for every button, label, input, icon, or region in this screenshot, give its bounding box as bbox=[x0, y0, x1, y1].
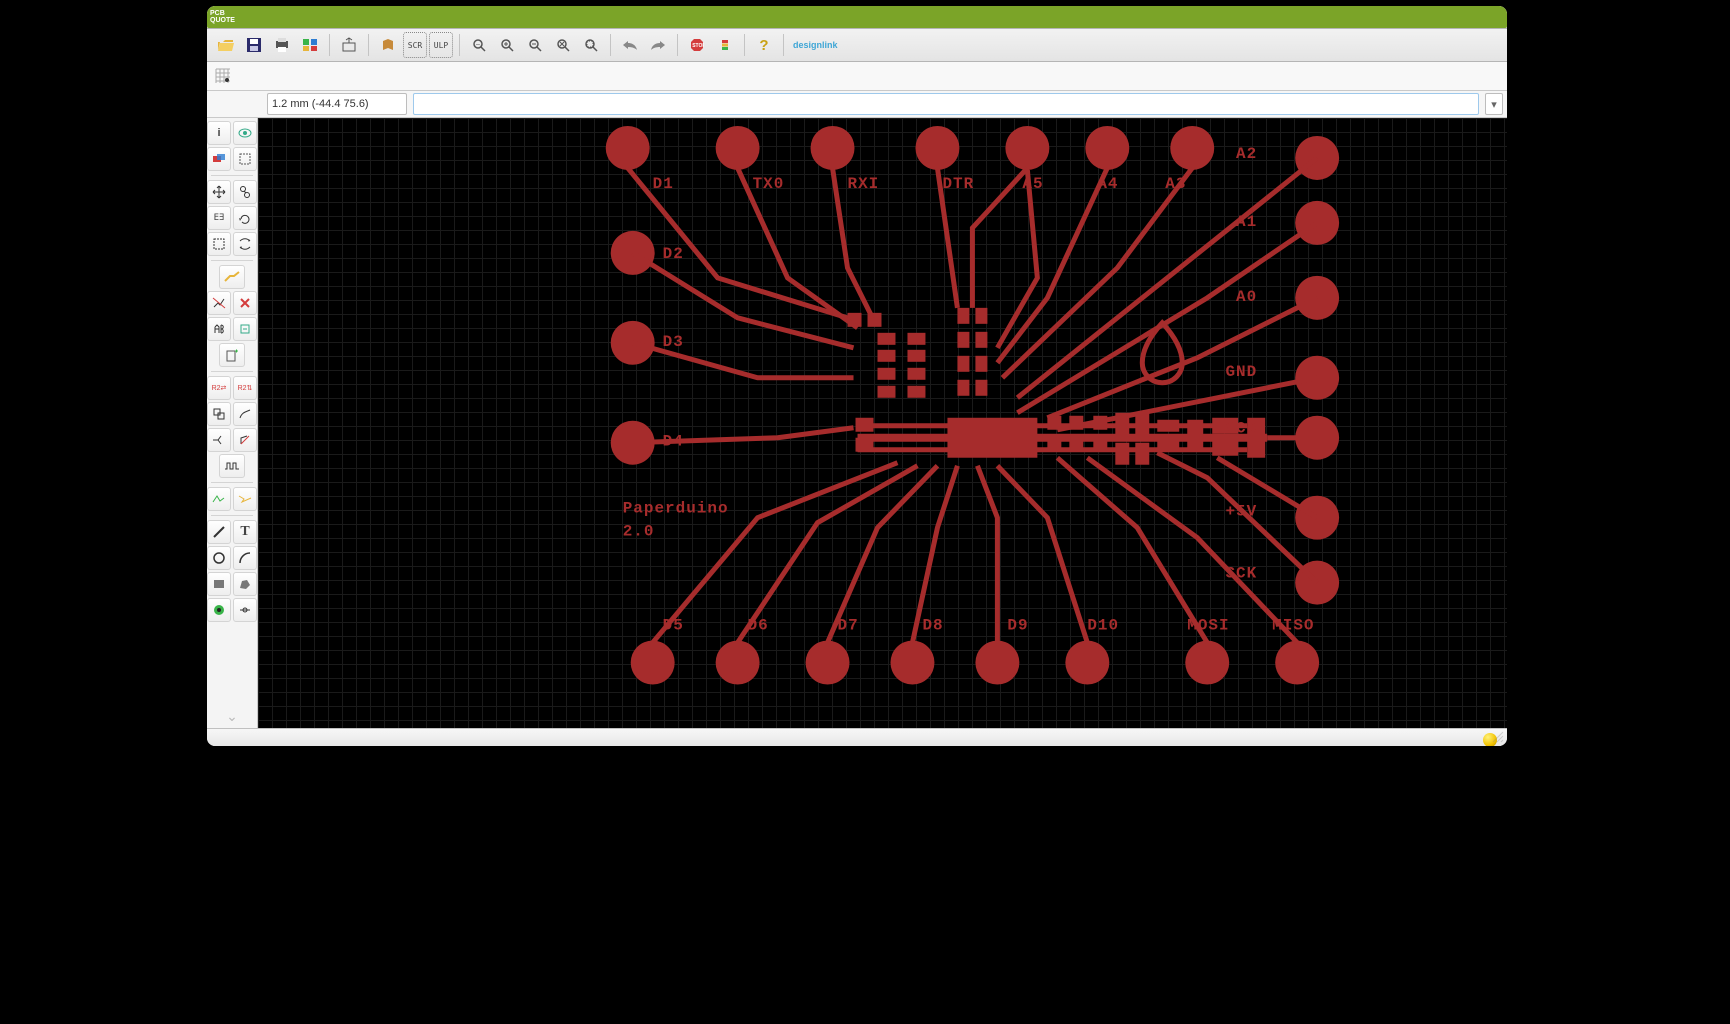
open-button[interactable] bbox=[213, 33, 239, 57]
main-toolbar: SCR ULP – STOP ? designlink PCBQUOTE bbox=[207, 29, 1507, 62]
label-a0: A0 bbox=[1236, 288, 1257, 306]
label-d1: D1 bbox=[653, 175, 674, 193]
value-tool[interactable] bbox=[233, 317, 257, 341]
command-bar: 1.2 mm (-44.4 75.6) ▾ bbox=[207, 91, 1507, 118]
board-name-line1: Paperduino bbox=[623, 500, 729, 518]
info-tool[interactable]: i bbox=[207, 121, 231, 145]
command-input[interactable] bbox=[413, 93, 1479, 115]
cam-button[interactable] bbox=[297, 33, 323, 57]
stop-button[interactable]: STOP bbox=[684, 33, 710, 57]
label-d4: D4 bbox=[663, 433, 684, 451]
pinswap-tool[interactable]: R2⇄ bbox=[207, 376, 231, 400]
designlink-button[interactable]: designlink bbox=[790, 35, 841, 55]
label-d3: D3 bbox=[663, 333, 684, 351]
split-tool[interactable] bbox=[207, 428, 231, 452]
status-bar bbox=[207, 728, 1507, 746]
board-name-line2: 2.0 bbox=[623, 523, 655, 541]
gateswap-tool[interactable]: R2⇅ bbox=[233, 376, 257, 400]
copy-tool[interactable] bbox=[233, 180, 257, 204]
label-sck: SCK bbox=[1225, 565, 1257, 583]
group-tool[interactable] bbox=[207, 232, 231, 256]
label-miso: MISO bbox=[1272, 617, 1314, 635]
name-tool[interactable] bbox=[207, 317, 231, 341]
circle-tool[interactable] bbox=[207, 546, 231, 570]
ulp-button[interactable]: ULP bbox=[429, 32, 453, 58]
command-history-dropdown[interactable]: ▾ bbox=[1485, 93, 1503, 115]
polygon-tool[interactable] bbox=[233, 572, 257, 596]
label-vcc: VCC bbox=[1225, 420, 1257, 438]
label-tx0: TX0 bbox=[753, 175, 785, 193]
library-button[interactable] bbox=[375, 33, 401, 57]
hole-tool[interactable] bbox=[233, 598, 257, 622]
label-d5: D5 bbox=[663, 617, 684, 635]
board-canvas[interactable]: D1 TX0 RXI DTR A5 A4 A3 A2 A1 A0 GND VCC… bbox=[258, 118, 1507, 728]
more-tools-icon[interactable]: ⌄ bbox=[226, 708, 238, 725]
ripup-tool[interactable] bbox=[207, 291, 231, 315]
script-button[interactable]: SCR bbox=[403, 32, 427, 58]
wire-tool[interactable] bbox=[207, 520, 231, 544]
label-a2: A2 bbox=[1236, 145, 1257, 163]
label-5v: +5V bbox=[1225, 503, 1257, 521]
delete-tool[interactable] bbox=[233, 291, 257, 315]
pcbquote-button[interactable]: PCBQUOTE bbox=[207, 6, 1507, 28]
mirror-tool[interactable]: E∃ bbox=[207, 206, 231, 230]
tool-palette: i E∃ R2⇄R2⇅ T bbox=[207, 118, 258, 728]
change-tool[interactable] bbox=[233, 232, 257, 256]
miter-tool[interactable] bbox=[233, 428, 257, 452]
label-d10: D10 bbox=[1087, 617, 1119, 635]
route-tool[interactable] bbox=[219, 265, 245, 289]
replace-tool[interactable] bbox=[207, 402, 231, 426]
zoom-select-button[interactable] bbox=[578, 33, 604, 57]
move-tool[interactable] bbox=[207, 180, 231, 204]
label-d6: D6 bbox=[748, 617, 769, 635]
label-mosi: MOSI bbox=[1187, 617, 1229, 635]
help-button[interactable]: ? bbox=[751, 33, 777, 57]
label-a4: A4 bbox=[1097, 175, 1118, 193]
save-button[interactable] bbox=[241, 33, 267, 57]
label-a5: A5 bbox=[1022, 175, 1043, 193]
label-dtr: DTR bbox=[942, 175, 974, 193]
show-tool[interactable] bbox=[233, 121, 257, 145]
parameter-bar bbox=[207, 62, 1507, 91]
print-button[interactable] bbox=[269, 33, 295, 57]
coordinate-display: 1.2 mm (-44.4 75.6) bbox=[267, 93, 407, 115]
zoom-fit-button[interactable]: – bbox=[466, 33, 492, 57]
layers-tool[interactable] bbox=[207, 147, 231, 171]
label-d9: D9 bbox=[1007, 617, 1028, 635]
resize-grip-icon[interactable] bbox=[1491, 730, 1505, 744]
app-window: 1 Board - /Users/analisarusso/Dropbox/El… bbox=[207, 6, 1507, 746]
via-tool[interactable] bbox=[207, 598, 231, 622]
redraw-button[interactable] bbox=[550, 33, 576, 57]
label-a3: A3 bbox=[1165, 175, 1186, 193]
undo-button[interactable] bbox=[617, 33, 643, 57]
pcb-layout: D1 TX0 RXI DTR A5 A4 A3 A2 A1 A0 GND VCC… bbox=[258, 118, 1507, 698]
label-a1: A1 bbox=[1236, 213, 1257, 231]
smash-tool[interactable] bbox=[233, 402, 257, 426]
meander-tool[interactable] bbox=[219, 454, 245, 478]
label-rxi: RXI bbox=[848, 175, 880, 193]
arc-tool[interactable] bbox=[233, 546, 257, 570]
svg-text:–: – bbox=[476, 41, 480, 48]
autoroute-tool[interactable] bbox=[233, 487, 257, 511]
redo-button[interactable] bbox=[645, 33, 671, 57]
rotate-tool[interactable] bbox=[233, 206, 257, 230]
zoom-out-button[interactable] bbox=[522, 33, 548, 57]
rect-tool[interactable] bbox=[207, 572, 231, 596]
go-button[interactable] bbox=[712, 33, 738, 57]
add-tool[interactable] bbox=[219, 343, 245, 367]
label-d7: D7 bbox=[838, 617, 859, 635]
board-schematic-switch-button[interactable] bbox=[336, 33, 362, 57]
label-d2: D2 bbox=[663, 245, 684, 263]
label-gnd: GND bbox=[1225, 363, 1257, 381]
label-d8: D8 bbox=[922, 617, 943, 635]
svg-text:STOP: STOP bbox=[692, 43, 704, 49]
grid-icon[interactable] bbox=[213, 66, 233, 86]
mark-tool[interactable] bbox=[233, 147, 257, 171]
optimize-tool[interactable] bbox=[207, 487, 231, 511]
zoom-in-button[interactable] bbox=[494, 33, 520, 57]
text-tool[interactable]: T bbox=[233, 520, 257, 544]
